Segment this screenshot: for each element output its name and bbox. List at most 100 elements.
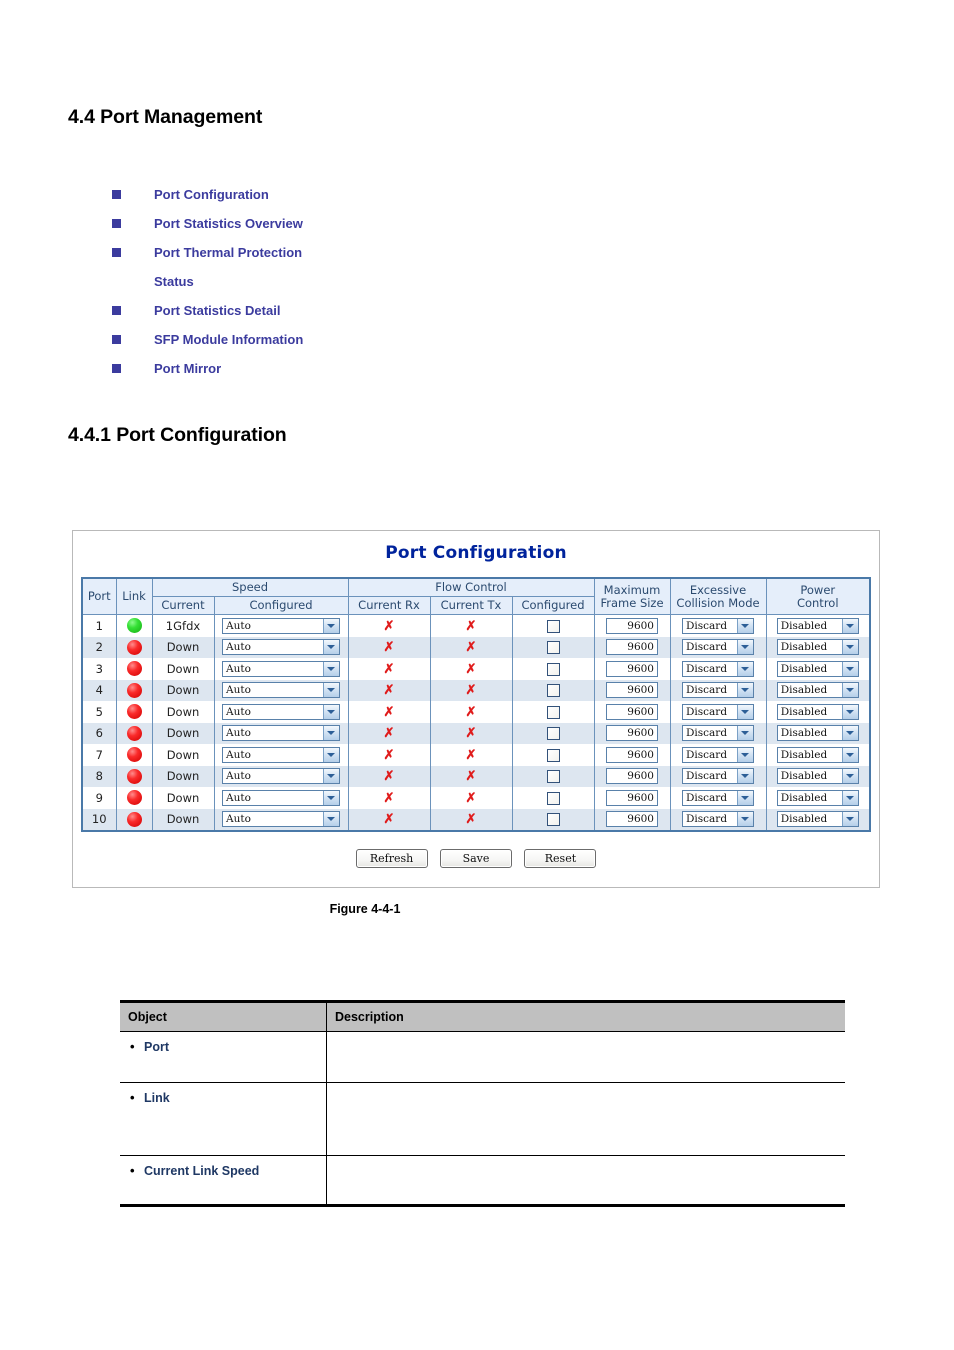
chevron-down-icon[interactable] — [323, 618, 339, 633]
flow-control-checkbox[interactable] — [546, 705, 560, 719]
chevron-down-icon[interactable] — [323, 640, 339, 655]
excessive-collision-mode-select[interactable]: Discard — [682, 703, 754, 720]
power-control-select[interactable]: Disabled — [776, 725, 859, 742]
excessive-collision-mode-select[interactable]: Discard — [682, 811, 754, 828]
excessive-collision-mode-select[interactable]: Discard — [682, 617, 754, 634]
excessive-collision-mode-select[interactable]: Discard — [682, 789, 754, 806]
refresh-button[interactable]: Refresh — [355, 849, 428, 868]
speed-configured-select[interactable]: Auto — [222, 703, 340, 720]
list-item[interactable]: Port Statistics Detail — [112, 296, 612, 325]
flow-control-checkbox[interactable] — [546, 727, 560, 741]
max-frame-size-input[interactable]: 9600 — [606, 811, 658, 828]
chevron-down-icon[interactable] — [323, 704, 339, 719]
chevron-down-icon[interactable] — [737, 769, 753, 784]
chevron-down-icon[interactable] — [323, 747, 339, 762]
list-item[interactable]: Port Mirror — [112, 354, 612, 383]
max-frame-size-input[interactable]: 9600 — [606, 789, 658, 806]
object-cell: Current Link Speed — [120, 1155, 327, 1206]
power-control-select[interactable]: Disabled — [776, 811, 859, 828]
excessive-collision-mode-select[interactable]: Discard — [682, 746, 754, 763]
excessive-collision-mode-select[interactable]: Discard — [682, 639, 754, 656]
power-control-select[interactable]: Disabled — [776, 660, 859, 677]
chevron-down-icon[interactable] — [737, 704, 753, 719]
excessive-collision-mode-select[interactable]: Discard — [682, 768, 754, 785]
chevron-down-icon[interactable] — [841, 640, 858, 655]
power-control-select[interactable]: Disabled — [776, 768, 859, 785]
chevron-down-icon[interactable] — [841, 683, 858, 698]
save-button[interactable]: Save — [440, 849, 512, 868]
chevron-down-icon[interactable] — [323, 769, 339, 784]
speed-configured-select[interactable]: Auto — [222, 746, 340, 763]
max-frame-size-input[interactable]: 9600 — [606, 617, 658, 634]
chevron-down-icon[interactable] — [841, 812, 858, 827]
excessive-collision-mode-select[interactable]: Discard — [682, 725, 754, 742]
max-frame-size-input[interactable]: 9600 — [606, 746, 658, 763]
chevron-down-icon[interactable] — [737, 618, 753, 633]
col-header-object: Object — [120, 1001, 327, 1032]
table-row: Current Link Speed — [120, 1155, 845, 1206]
chevron-down-icon[interactable] — [737, 683, 753, 698]
chevron-down-icon[interactable] — [841, 726, 858, 741]
max-frame-size-input[interactable]: 9600 — [606, 639, 658, 656]
chevron-down-icon[interactable] — [737, 747, 753, 762]
chevron-down-icon[interactable] — [841, 661, 858, 676]
cell-power-control: Disabled — [765, 614, 871, 637]
description-cell — [326, 1155, 845, 1206]
cell-maximum-frame-size: 9600 — [593, 765, 671, 787]
flow-control-checkbox[interactable] — [546, 748, 560, 762]
power-control-select[interactable]: Disabled — [776, 682, 859, 699]
chevron-down-icon[interactable] — [841, 704, 858, 719]
list-item-continuation[interactable]: Status — [112, 267, 612, 296]
chevron-down-icon[interactable] — [841, 618, 858, 633]
chevron-down-icon[interactable] — [323, 661, 339, 676]
list-item[interactable]: SFP Module Information — [112, 325, 612, 354]
link-status-led-icon — [126, 747, 142, 763]
flow-control-checkbox[interactable] — [546, 770, 560, 784]
flow-control-checkbox[interactable] — [546, 619, 560, 633]
excessive-collision-mode-select[interactable]: Discard — [682, 682, 754, 699]
speed-configured-select[interactable]: Auto — [222, 768, 340, 785]
max-frame-size-input[interactable]: 9600 — [606, 703, 658, 720]
speed-configured-select[interactable]: Auto — [222, 660, 340, 677]
chevron-down-icon[interactable] — [323, 812, 339, 827]
chevron-down-icon[interactable] — [737, 726, 753, 741]
chevron-down-icon[interactable] — [841, 790, 858, 805]
speed-configured-select[interactable]: Auto — [222, 811, 340, 828]
flow-control-checkbox[interactable] — [546, 684, 560, 698]
speed-configured-select[interactable]: Auto — [222, 725, 340, 742]
max-frame-size-input[interactable]: 9600 — [606, 682, 658, 699]
power-control-select[interactable]: Disabled — [776, 703, 859, 720]
list-item[interactable]: Port Thermal Protection — [112, 238, 612, 267]
power-control-select[interactable]: Disabled — [776, 789, 859, 806]
chevron-down-icon[interactable] — [323, 726, 339, 741]
power-control-value: Disabled — [780, 748, 828, 761]
cell-configured-speed: Auto — [213, 679, 349, 701]
max-frame-size-input[interactable]: 9600 — [606, 725, 658, 742]
flow-control-checkbox[interactable] — [546, 791, 560, 805]
power-control-select[interactable]: Disabled — [776, 617, 859, 634]
speed-configured-select[interactable]: Auto — [222, 682, 340, 699]
chevron-down-icon[interactable] — [323, 683, 339, 698]
speed-configured-select[interactable]: Auto — [222, 789, 340, 806]
square-bullet-icon — [112, 335, 121, 344]
list-item[interactable]: Port Statistics Overview — [112, 209, 612, 238]
max-frame-size-input[interactable]: 9600 — [606, 768, 658, 785]
flow-control-checkbox[interactable] — [546, 662, 560, 676]
reset-button[interactable]: Reset — [524, 849, 597, 868]
chevron-down-icon[interactable] — [737, 812, 753, 827]
chevron-down-icon[interactable] — [323, 790, 339, 805]
excessive-collision-mode-select[interactable]: Discard — [682, 660, 754, 677]
power-control-select[interactable]: Disabled — [776, 639, 859, 656]
chevron-down-icon[interactable] — [841, 747, 858, 762]
list-item[interactable]: Port Configuration — [112, 180, 612, 209]
flow-control-checkbox[interactable] — [546, 641, 560, 655]
power-control-select[interactable]: Disabled — [776, 746, 859, 763]
speed-configured-select[interactable]: Auto — [222, 639, 340, 656]
flow-control-checkbox[interactable] — [546, 813, 560, 827]
chevron-down-icon[interactable] — [841, 769, 858, 784]
speed-configured-select[interactable]: Auto — [222, 617, 340, 634]
max-frame-size-input[interactable]: 9600 — [606, 660, 658, 677]
chevron-down-icon[interactable] — [737, 640, 753, 655]
chevron-down-icon[interactable] — [737, 790, 753, 805]
chevron-down-icon[interactable] — [737, 661, 753, 676]
